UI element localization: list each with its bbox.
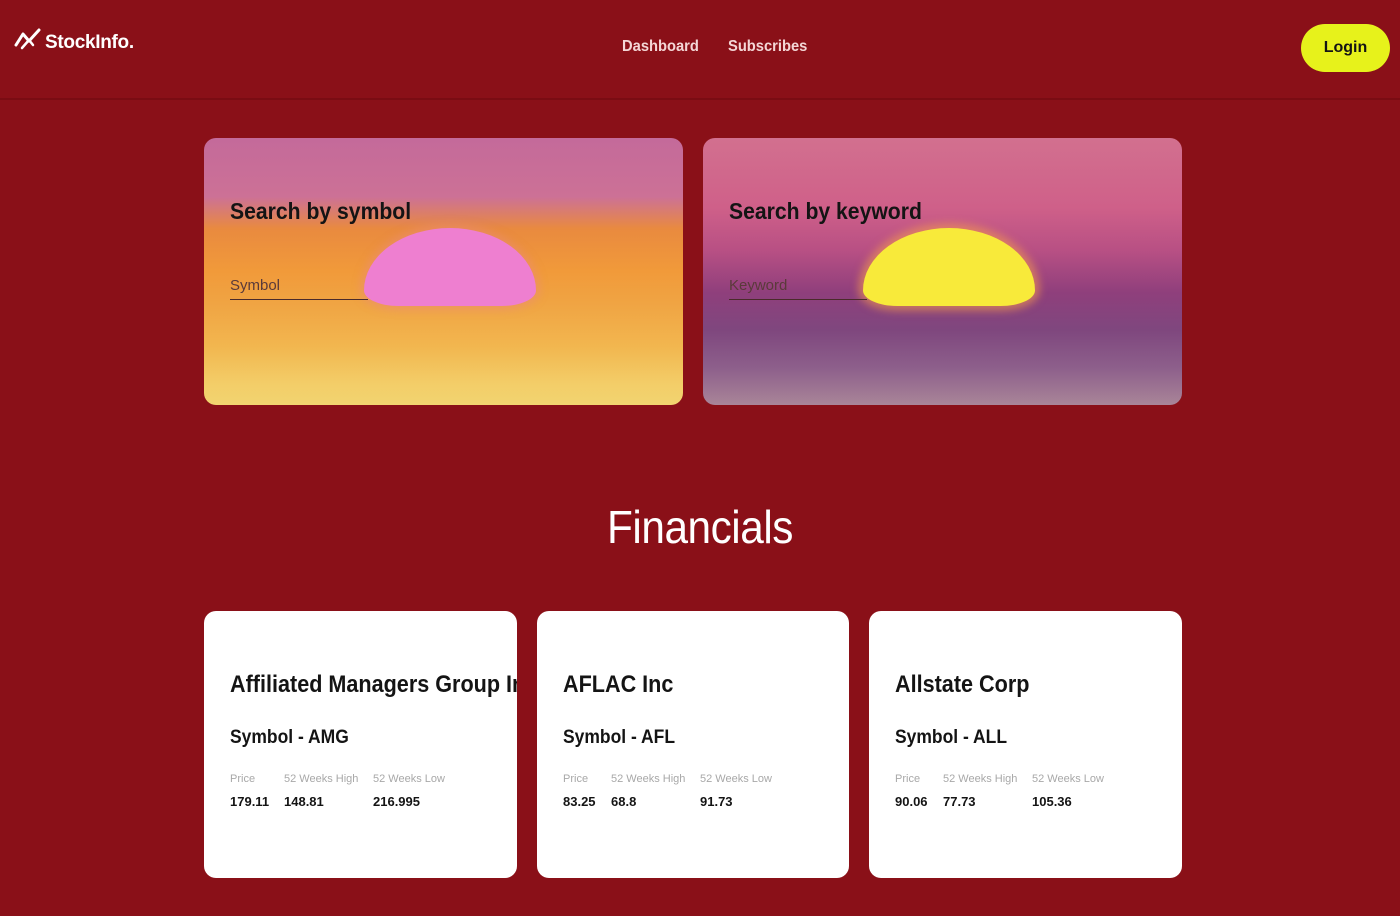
- low-label: 52 Weeks Low: [373, 773, 445, 785]
- high-label: 52 Weeks High: [611, 773, 686, 785]
- high-stat: 52 Weeks High 148.81: [284, 773, 358, 809]
- price-label: Price: [895, 773, 921, 785]
- main-nav: Dashboard Subscribes: [622, 38, 814, 56]
- price-stat: Price 83.25: [563, 773, 596, 809]
- low-value: 105.36: [1032, 794, 1072, 809]
- symbol-search-input[interactable]: [230, 272, 368, 300]
- low-value: 216.995: [373, 794, 420, 809]
- login-button[interactable]: Login: [1301, 24, 1390, 72]
- stock-symbol: Symbol - ALL: [895, 727, 1008, 748]
- price-label: Price: [230, 773, 256, 785]
- high-stat: 52 Weeks High 77.73: [943, 773, 1017, 809]
- high-value: 77.73: [943, 794, 976, 809]
- nav-subscribes[interactable]: Subscribes: [728, 38, 807, 56]
- search-by-symbol-card: Search by symbol: [204, 138, 683, 405]
- stock-symbol: Symbol - AMG: [230, 727, 349, 748]
- stock-card[interactable]: Allstate Corp Symbol - ALL Price 90.06 5…: [869, 611, 1182, 878]
- trend-chart-icon: [14, 28, 41, 50]
- search-symbol-title: Search by symbol: [230, 198, 412, 224]
- low-label: 52 Weeks Low: [700, 773, 772, 785]
- price-value: 83.25: [563, 794, 596, 809]
- section-title: Financials: [607, 501, 793, 553]
- top-navbar: StockInfo. Dashboard Subscribes Login: [0, 0, 1400, 100]
- low-stat: 52 Weeks Low 91.73: [700, 773, 772, 809]
- price-value: 179.11: [230, 794, 270, 809]
- stock-card[interactable]: AFLAC Inc Symbol - AFL Price 83.25 52 We…: [537, 611, 849, 878]
- nav-dashboard[interactable]: Dashboard: [622, 38, 699, 56]
- stock-card[interactable]: Affiliated Managers Group Inc Symbol - A…: [204, 611, 517, 878]
- keyword-search-input[interactable]: [729, 272, 867, 300]
- price-stat: Price 90.06: [895, 773, 928, 809]
- high-value: 68.8: [611, 794, 637, 809]
- logo[interactable]: StockInfo.: [14, 26, 134, 53]
- high-value: 148.81: [284, 794, 324, 809]
- high-label: 52 Weeks High: [943, 773, 1018, 785]
- sunset-sun-decoration: [364, 228, 536, 306]
- low-label: 52 Weeks Low: [1032, 773, 1104, 785]
- price-value: 90.06: [895, 794, 928, 809]
- price-label: Price: [563, 773, 589, 785]
- high-stat: 52 Weeks High 68.8: [611, 773, 685, 809]
- stock-name: AFLAC Inc: [563, 671, 674, 698]
- high-label: 52 Weeks High: [284, 773, 359, 785]
- stock-name: Allstate Corp: [895, 671, 1030, 698]
- low-stat: 52 Weeks Low 105.36: [1032, 773, 1104, 809]
- logo-text: StockInfo.: [45, 32, 134, 53]
- low-stat: 52 Weeks Low 216.995: [373, 773, 445, 809]
- low-value: 91.73: [700, 794, 733, 809]
- stock-name: Affiliated Managers Group Inc: [230, 671, 517, 698]
- search-keyword-title: Search by keyword: [729, 198, 922, 224]
- search-by-keyword-card: Search by keyword: [703, 138, 1182, 405]
- price-stat: Price 179.11: [230, 773, 269, 809]
- stock-symbol: Symbol - AFL: [563, 727, 676, 748]
- sunset-sun-decoration: [863, 228, 1035, 306]
